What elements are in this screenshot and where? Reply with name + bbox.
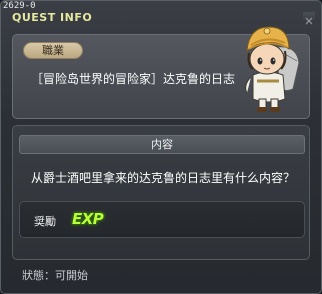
exp-reward-icon: EXP bbox=[72, 210, 104, 228]
quest-id: 2629-0 bbox=[3, 1, 36, 11]
content-panel: 内容 从爵士酒吧里拿来的达克鲁的日志里有什么内容？ 奨勵 EXP bbox=[12, 125, 310, 260]
content-text: 从爵士酒吧里拿来的达克鲁的日志里有什么内容？ bbox=[31, 171, 296, 185]
content-header: 内容 bbox=[19, 135, 305, 154]
window-title: QUEST INFO bbox=[12, 11, 93, 24]
quest-status: 狀態：可開始 bbox=[22, 269, 88, 282]
reward-box: 奨勵 EXP bbox=[19, 201, 305, 238]
reward-label: 奨勵 bbox=[34, 215, 56, 228]
npc-character-portrait bbox=[245, 26, 300, 112]
quest-info-window: 2629-0 QUEST INFO 職業 ［冒险岛世界的冒险家］达克鲁的日志 内… bbox=[0, 0, 322, 294]
job-tag: 職業 bbox=[23, 42, 83, 59]
quest-name: ［冒险岛世界的冒险家］达克鲁的日志 bbox=[31, 72, 236, 86]
